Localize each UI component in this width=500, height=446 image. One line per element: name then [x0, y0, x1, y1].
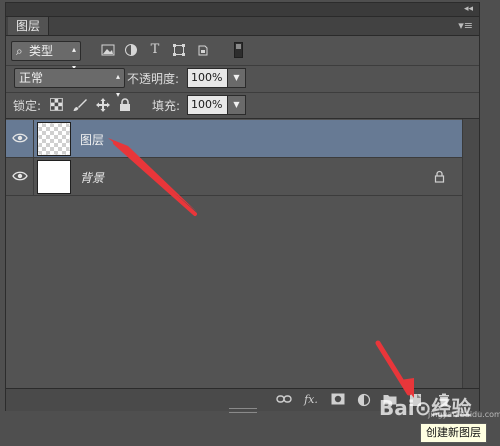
- collapse-icon[interactable]: ◂◂: [464, 3, 473, 16]
- opacity-label: 不透明度:: [127, 72, 180, 86]
- layer-list: 图层 背景: [6, 118, 479, 389]
- layer-row[interactable]: 图层: [6, 120, 462, 158]
- layer-row[interactable]: 背景: [6, 158, 462, 196]
- divider: [33, 158, 34, 195]
- visibility-eye-icon[interactable]: [12, 169, 28, 183]
- shape-layer-filter-icon[interactable]: [172, 43, 186, 57]
- lock-label: 锁定:: [13, 99, 42, 113]
- visibility-eye-icon[interactable]: [12, 131, 28, 145]
- layer-thumbnail[interactable]: [37, 122, 71, 156]
- layer-lock-icon: [434, 170, 446, 183]
- lock-position-icon[interactable]: [96, 98, 110, 112]
- add-mask-icon[interactable]: [330, 393, 346, 407]
- pixel-layer-filter-icon[interactable]: [101, 43, 115, 57]
- smart-object-filter-icon[interactable]: [196, 43, 210, 57]
- type-layer-filter-icon[interactable]: T: [148, 43, 162, 57]
- opacity-input[interactable]: 100%: [187, 68, 228, 88]
- layer-name[interactable]: 图层: [80, 131, 104, 148]
- divider: [33, 120, 34, 157]
- resize-grip-icon[interactable]: [229, 408, 257, 413]
- new-layer-tooltip: 创建新图层: [420, 423, 487, 443]
- layers-panel: ◂◂ 图层 ▾≡ ⌕ 类型 ▴▾ T 正常 ▴▾ 不透明度:: [5, 2, 480, 411]
- new-adjustment-layer-icon[interactable]: [356, 393, 372, 407]
- blend-row: 正常 ▴ ▾ 不透明度: 100% ▼: [6, 65, 479, 99]
- opacity-dropdown-button[interactable]: ▼: [227, 68, 246, 88]
- lock-row: 锁定: 填充: 100% ▼: [6, 92, 479, 117]
- panel-titlebar: ◂◂: [6, 3, 479, 17]
- search-icon: ⌕: [16, 44, 23, 58]
- panel-tabbar: 图层 ▾≡: [6, 17, 479, 36]
- filter-kind-label: 类型: [29, 44, 54, 58]
- fill-input[interactable]: 100%: [187, 95, 228, 115]
- layer-list-scrollbar[interactable]: [462, 119, 479, 389]
- lock-all-icon[interactable]: [119, 98, 133, 112]
- tab-layers[interactable]: 图层: [8, 17, 50, 35]
- blend-mode-value: 正常: [19, 71, 44, 85]
- blend-mode-select[interactable]: 正常 ▴ ▾: [14, 68, 125, 99]
- layer-name[interactable]: 背景: [80, 169, 104, 186]
- fill-dropdown-button[interactable]: ▼: [227, 95, 246, 115]
- link-layers-icon[interactable]: [276, 393, 292, 407]
- filter-row: ⌕ 类型 ▴▾ T: [6, 39, 479, 72]
- layer-style-fx-button[interactable]: fx.: [303, 393, 319, 407]
- layer-thumbnail[interactable]: [37, 160, 71, 194]
- adjustment-layer-filter-icon[interactable]: [124, 43, 138, 57]
- lock-transparent-pixels-icon[interactable]: [50, 98, 64, 112]
- filter-toggle-switch[interactable]: [234, 42, 243, 58]
- watermark-domain: jingyan.baidu.com: [428, 410, 500, 419]
- lock-image-pixels-icon[interactable]: [73, 98, 87, 112]
- panel-menu-icon[interactable]: ▾≡: [458, 19, 473, 32]
- filter-kind-select[interactable]: ⌕ 类型 ▴▾: [11, 41, 81, 72]
- fill-label: 填充:: [152, 99, 181, 113]
